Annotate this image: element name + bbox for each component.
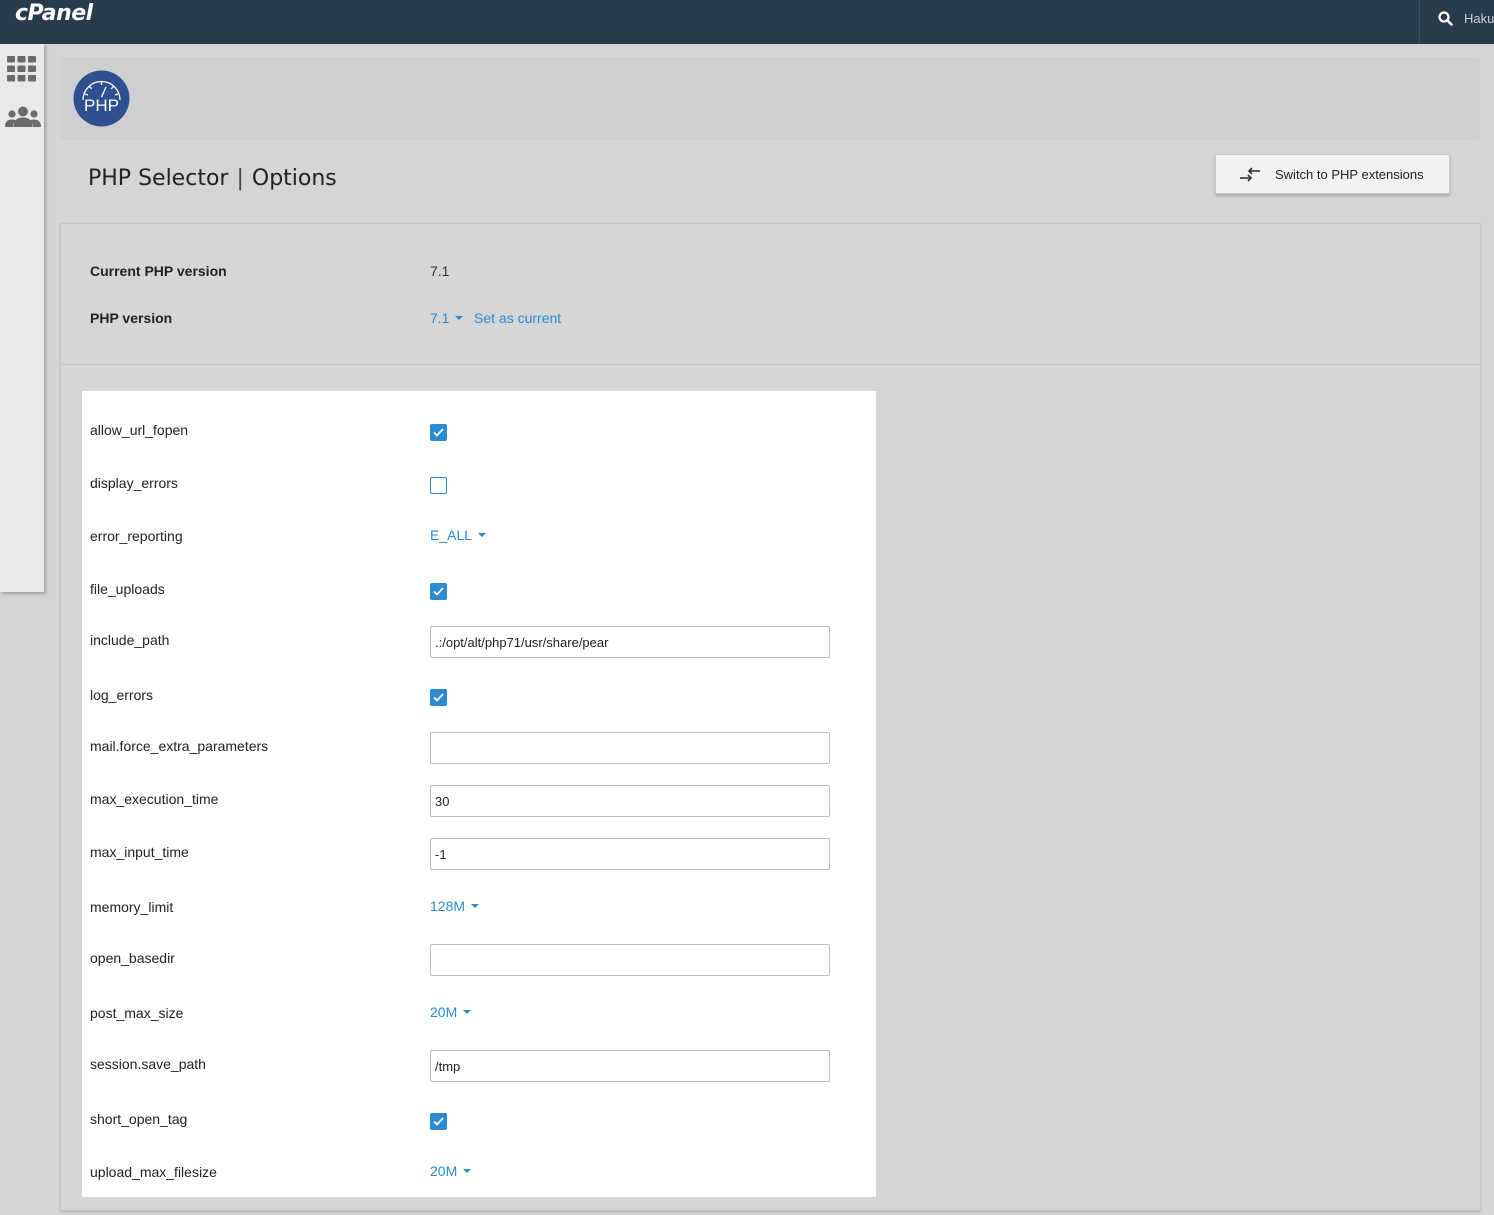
users-icon[interactable]: [5, 106, 41, 128]
option-label-max-execution-time: max_execution_time: [90, 791, 219, 807]
php-version-selected: 7.1: [430, 310, 450, 326]
set-as-current-link[interactable]: Set as current: [474, 310, 561, 326]
swap-arrows-icon: [1240, 167, 1260, 182]
input-include-path[interactable]: [430, 626, 830, 658]
title-separator: |: [236, 166, 244, 191]
page-title: PHP Selector | Options: [88, 166, 337, 191]
page-title-sub: Options: [251, 166, 337, 191]
search-icon[interactable]: [1438, 11, 1453, 26]
option-label-session-save-path: session.save_path: [90, 1056, 206, 1072]
options-card: allow_url_fopen display_errors error_repor…: [82, 391, 876, 1197]
header-card: PHP: [60, 57, 1480, 140]
checkbox-allow-url-fopen[interactable]: [430, 424, 447, 441]
search-area[interactable]: Haku: [1438, 11, 1494, 26]
caret-down-icon: [463, 1010, 472, 1014]
sidebar: [0, 44, 44, 592]
checkmark-icon: [433, 428, 444, 437]
option-label-error-reporting: error_reporting: [90, 528, 183, 544]
option-label-short-open-tag: short_open_tag: [90, 1111, 188, 1127]
topbar-divider: [1419, 0, 1420, 44]
option-label-include-path: include_path: [90, 632, 170, 648]
checkbox-log-errors[interactable]: [430, 689, 447, 706]
option-label-memory-limit: memory_limit: [90, 899, 174, 915]
top-navbar: cPanel Haku: [0, 0, 1494, 44]
input-max-input-time[interactable]: [430, 838, 830, 870]
dropdown-error-reporting[interactable]: E_ALL: [430, 527, 487, 543]
grid-icon[interactable]: [7, 56, 37, 82]
checkmark-icon: [433, 587, 444, 596]
input-max-execution-time[interactable]: [430, 785, 830, 817]
checkbox-display-errors[interactable]: [430, 477, 447, 494]
caret-down-icon: [471, 904, 480, 908]
dropdown-post-max-size[interactable]: 20M: [430, 1004, 472, 1020]
dropdown-value: 20M: [430, 1163, 458, 1179]
dropdown-value: 128M: [430, 898, 466, 914]
option-label-open-basedir: open_basedir: [90, 950, 175, 966]
version-block: Current PHP version 7.1 PHP version 7.1 …: [61, 224, 1480, 365]
current-php-version-label: Current PHP version: [90, 263, 227, 279]
svg-text:PHP: PHP: [84, 96, 119, 115]
option-label-display-errors: display_errors: [90, 475, 178, 491]
input-open-basedir[interactable]: [430, 944, 830, 976]
dropdown-value: E_ALL: [430, 527, 473, 543]
option-label-max-input-time: max_input_time: [90, 844, 189, 860]
checkmark-icon: [433, 1117, 444, 1126]
caret-down-icon: [478, 533, 487, 537]
input-session-save-path[interactable]: [430, 1050, 830, 1082]
php-version-label: PHP version: [90, 310, 173, 326]
option-label-allow-url-fopen: allow_url_fopen: [90, 422, 189, 438]
option-label-log-errors: log_errors: [90, 687, 154, 703]
caret-down-icon: [455, 316, 464, 320]
option-label-file-uploads: file_uploads: [90, 581, 165, 597]
input-mail-force-extra-parameters[interactable]: [430, 732, 830, 764]
dropdown-value: 20M: [430, 1004, 458, 1020]
option-label-mail-force-extra-parameters: mail.force_extra_parameters: [90, 738, 269, 754]
option-label-upload-max-filesize: upload_max_filesize: [90, 1164, 217, 1180]
switch-button-label: Switch to PHP extensions: [1275, 167, 1424, 182]
caret-down-icon: [463, 1169, 472, 1173]
dropdown-memory-limit[interactable]: 128M: [430, 898, 480, 914]
page-title-main: PHP Selector: [88, 166, 229, 191]
php-version-dropdown[interactable]: 7.1: [430, 310, 464, 326]
php-selector-icon: PHP: [73, 70, 130, 127]
checkbox-short-open-tag[interactable]: [430, 1113, 447, 1130]
checkmark-icon: [433, 693, 444, 702]
search-text: Haku: [1464, 11, 1494, 26]
switch-to-php-extensions-button[interactable]: Switch to PHP extensions: [1215, 154, 1450, 194]
cpanel-logo[interactable]: cPanel: [15, 1, 93, 27]
option-label-post-max-size: post_max_size: [90, 1005, 184, 1021]
checkbox-file-uploads[interactable]: [430, 583, 447, 600]
dropdown-upload-max-filesize[interactable]: 20M: [430, 1163, 472, 1179]
current-php-version-value: 7.1: [430, 263, 450, 279]
